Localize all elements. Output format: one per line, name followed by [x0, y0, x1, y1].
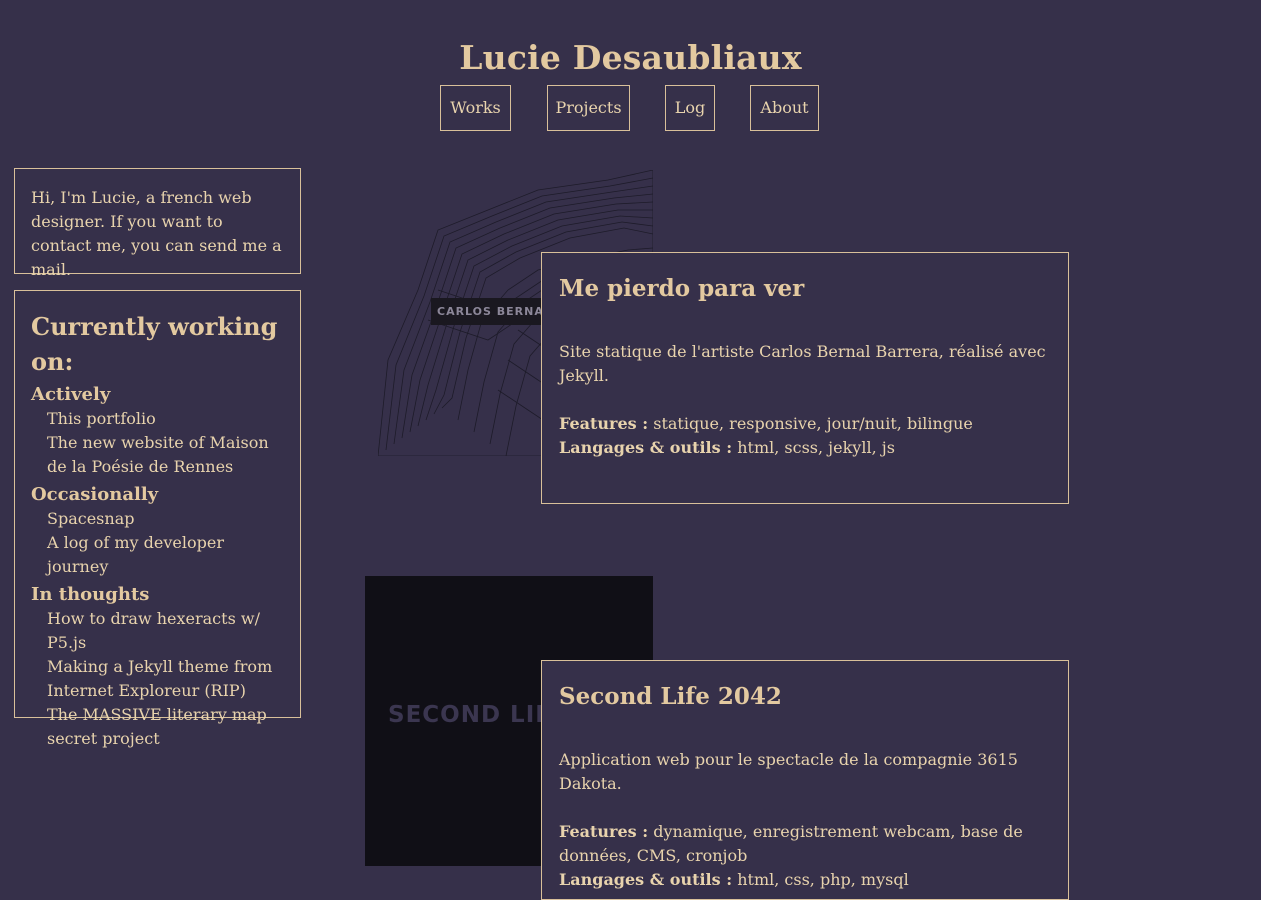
list-item[interactable]: How to draw hexeracts w/ P5.js [47, 607, 284, 655]
features-label: Features : [559, 414, 649, 433]
group-list-in-thoughts: How to draw hexeracts w/ P5.js Making a … [31, 607, 284, 751]
tools-label: Langages & outils : [559, 870, 733, 889]
intro-box: Hi, I'm Lucie, a french web designer. If… [14, 168, 301, 279]
project-card-second-life: Second Life 2042 Application web pour le… [541, 660, 1069, 900]
group-title-occasionally: Occasionally [31, 484, 159, 505]
features-label: Features : [559, 822, 649, 841]
group-list-occasionally: Spacesnap A log of my developer journey [31, 507, 284, 579]
nav-works[interactable]: Works [440, 85, 511, 131]
main-nav: Works Projects Log About [0, 85, 1261, 131]
list-item[interactable]: The MASSIVE literary map secret project [47, 703, 284, 751]
project-card-me-pierdo: Me pierdo para ver Site statique de l'ar… [541, 252, 1069, 504]
project-description: Site statique de l'artiste Carlos Bernal… [559, 342, 1046, 385]
site-title[interactable]: Lucie Desaubliaux [0, 38, 1261, 77]
intro-text: Hi, I'm Lucie, a french web designer. If… [31, 188, 282, 279]
project-tools: Langages & outils : html, css, php, mysq… [559, 868, 1051, 892]
tools-label: Langages & outils : [559, 438, 733, 457]
nav-about[interactable]: About [750, 85, 819, 131]
project-description: Application web pour le spectacle de la … [559, 750, 1018, 793]
project-features: Features : statique, responsive, jour/nu… [559, 412, 1051, 436]
list-item[interactable]: Making a Jekyll theme from Internet Expl… [47, 655, 284, 703]
list-item[interactable]: The new website of Maison de la Poésie d… [47, 431, 284, 479]
group-list-actively: This portfolio The new website of Maison… [31, 407, 284, 479]
project-title[interactable]: Second Life 2042 [559, 681, 1051, 713]
tools-value: html, css, php, mysql [737, 870, 909, 889]
nav-log[interactable]: Log [665, 85, 715, 131]
nav-projects[interactable]: Projects [547, 85, 630, 131]
project-title[interactable]: Me pierdo para ver [559, 273, 1051, 305]
working-heading: Currently working on: [31, 312, 278, 376]
list-item[interactable]: Spacesnap [47, 507, 284, 531]
features-value: statique, responsive, jour/nuit, bilingu… [653, 414, 973, 433]
currently-working-box: Currently working on: Actively This port… [14, 290, 301, 748]
list-item[interactable]: A log of my developer journey [47, 531, 284, 579]
group-title-actively: Actively [31, 384, 111, 405]
tools-value: html, scss, jekyll, js [737, 438, 895, 457]
project-tools: Langages & outils : html, scss, jekyll, … [559, 436, 1051, 460]
list-item[interactable]: This portfolio [47, 407, 284, 431]
group-title-in-thoughts: In thoughts [31, 584, 150, 605]
